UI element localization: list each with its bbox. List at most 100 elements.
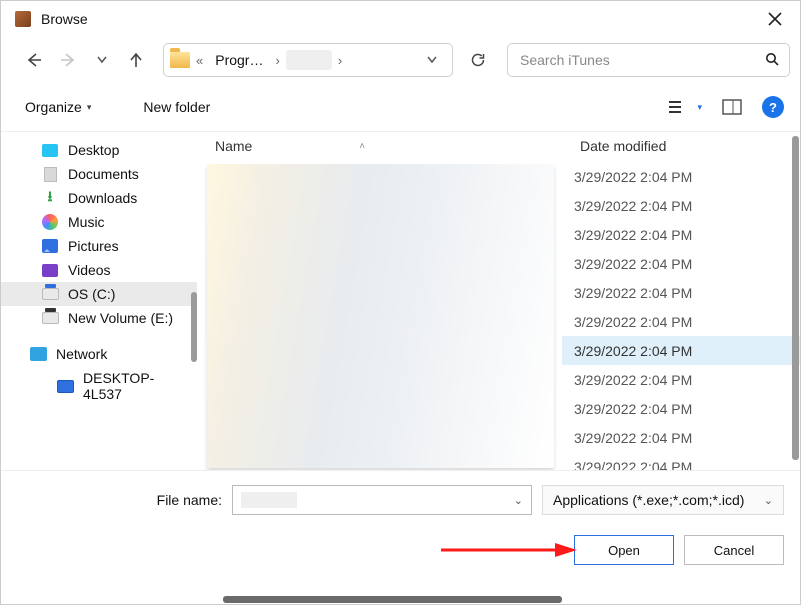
table-row[interactable]: 3/29/2022 2:04 PM — [562, 191, 800, 220]
back-button[interactable] — [19, 45, 49, 75]
docs-icon — [41, 166, 59, 182]
file-list-pane: Name ˄ Date modified 3/29/2022 2:04 PM3/… — [197, 132, 800, 470]
chevron-down-icon[interactable]: ⌄ — [514, 494, 523, 507]
sidebar-item-label: DESKTOP-4L537 — [83, 370, 187, 402]
file-list-horizontal-scrollbar[interactable] — [223, 596, 770, 603]
desktop-icon — [41, 142, 59, 158]
search-box[interactable] — [507, 43, 790, 77]
bottom-controls: File name: ⌄ Applications (*.exe;*.com;*… — [1, 471, 800, 565]
app-icon — [15, 11, 31, 27]
filename-value-blurred — [241, 492, 297, 508]
view-mode-button[interactable] — [661, 93, 693, 121]
search-icon[interactable] — [765, 52, 779, 69]
preview-pane-button[interactable] — [716, 93, 748, 121]
window-title: Browse — [41, 11, 88, 27]
table-row[interactable]: 3/29/2022 2:04 PM — [562, 394, 800, 423]
table-row[interactable]: 3/29/2022 2:04 PM — [562, 423, 800, 452]
breadcrumb-segment-blurred[interactable] — [286, 50, 332, 70]
button-label: Open — [608, 543, 640, 558]
new-folder-button[interactable]: New folder — [135, 95, 218, 119]
sidebar-item-desktop[interactable]: Desktop — [1, 138, 197, 162]
button-row: Open Cancel — [17, 535, 784, 565]
forward-button[interactable] — [53, 45, 83, 75]
view-mode-dropdown[interactable]: ▾ — [697, 102, 702, 113]
sidebar-item-label: Desktop — [68, 142, 119, 158]
chevron-right-icon[interactable]: › — [275, 53, 279, 68]
titlebar: Browse — [1, 1, 800, 37]
sidebar-item-label: OS (C:) — [68, 286, 115, 302]
column-header-date[interactable]: Date modified — [562, 132, 800, 162]
drive-ext-icon — [41, 310, 59, 326]
table-row[interactable]: 3/29/2022 2:04 PM — [562, 278, 800, 307]
button-label: Cancel — [714, 543, 754, 558]
sidebar-item-label: Pictures — [68, 238, 119, 254]
column-header-label: Date modified — [580, 138, 666, 154]
filetype-filter-combo[interactable]: Applications (*.exe;*.com;*.icd) ⌄ — [542, 485, 784, 515]
nav-row: « Progr… › › — [1, 37, 800, 83]
chevron-down-icon[interactable]: ⌄ — [764, 494, 773, 507]
table-row[interactable]: 3/29/2022 2:04 PM — [562, 336, 800, 365]
close-button[interactable] — [760, 4, 790, 34]
sidebar-item-music[interactable]: Music — [1, 210, 197, 234]
new-folder-label: New folder — [143, 99, 210, 115]
address-bar[interactable]: « Progr… › › — [163, 43, 453, 77]
column-header-label: Name — [215, 138, 252, 154]
sidebar-item-videos[interactable]: Videos — [1, 258, 197, 282]
table-row[interactable]: 3/29/2022 2:04 PM — [562, 307, 800, 336]
organize-menu[interactable]: Organize ▾ — [17, 95, 99, 119]
drive-icon — [41, 286, 59, 302]
annotation-arrow-icon — [437, 541, 577, 559]
network-icon — [30, 347, 47, 361]
sidebar-item-network-computer[interactable]: DESKTOP-4L537 — [1, 366, 197, 406]
sidebar-item-network[interactable]: Network — [1, 342, 197, 366]
sidebar-item-drive-ext[interactable]: New Volume (E:) — [1, 306, 197, 330]
column-header-name[interactable]: Name ˄ — [197, 132, 562, 162]
breadcrumb-prefix: « — [196, 53, 203, 68]
sidebar-item-label: New Volume (E:) — [68, 310, 173, 326]
sidebar-item-label: Documents — [68, 166, 139, 182]
recent-locations-button[interactable] — [87, 45, 117, 75]
file-list-vertical-scrollbar[interactable] — [792, 136, 799, 460]
filename-label: File name: — [17, 492, 222, 508]
sidebar-item-download[interactable]: ⭳ Downloads — [1, 186, 197, 210]
search-input[interactable] — [518, 51, 765, 69]
table-row[interactable]: 3/29/2022 2:04 PM — [562, 162, 800, 191]
table-row[interactable]: 3/29/2022 2:04 PM — [562, 365, 800, 394]
date-column: Date modified 3/29/2022 2:04 PM3/29/2022… — [562, 132, 800, 470]
name-column: Name ˄ — [197, 132, 562, 470]
sidebar-item-label: Network — [56, 346, 107, 362]
open-button[interactable]: Open — [574, 535, 674, 565]
filter-label: Applications (*.exe;*.com;*.icd) — [553, 492, 744, 508]
up-button[interactable] — [121, 45, 151, 75]
pictures-icon — [41, 238, 59, 254]
sidebar-item-pictures[interactable]: Pictures — [1, 234, 197, 258]
table-row[interactable]: 3/29/2022 2:04 PM — [562, 452, 800, 470]
filename-row: File name: ⌄ Applications (*.exe;*.com;*… — [17, 485, 784, 515]
table-row[interactable]: 3/29/2022 2:04 PM — [562, 220, 800, 249]
chevron-down-icon: ▾ — [87, 102, 92, 113]
sidebar-item-label: Videos — [68, 262, 111, 278]
refresh-button[interactable] — [461, 43, 495, 77]
chevron-right-icon[interactable]: › — [338, 53, 342, 68]
videos-icon — [41, 262, 59, 278]
file-names-blurred[interactable] — [207, 164, 554, 468]
sidebar: Desktop Documents ⭳ Downloads Music Pictures V… — [1, 132, 197, 470]
cancel-button[interactable]: Cancel — [684, 535, 784, 565]
folder-icon — [170, 52, 190, 68]
sidebar-item-docs[interactable]: Documents — [1, 162, 197, 186]
help-button[interactable]: ? — [762, 96, 784, 118]
filename-combo[interactable]: ⌄ — [232, 485, 532, 515]
organize-label: Organize — [25, 99, 82, 115]
sidebar-item-label: Music — [68, 214, 105, 230]
main-area: Desktop Documents ⭳ Downloads Music Pictures V… — [1, 131, 800, 471]
sidebar-item-drive[interactable]: OS (C:) — [1, 282, 197, 306]
monitor-icon — [57, 380, 74, 393]
download-icon: ⭳ — [41, 190, 59, 206]
breadcrumb-segment[interactable]: Progr… — [209, 49, 269, 71]
table-row[interactable]: 3/29/2022 2:04 PM — [562, 249, 800, 278]
address-history-button[interactable] — [422, 56, 446, 64]
toolbar: Organize ▾ New folder ▾ ? — [1, 83, 800, 131]
music-icon — [41, 214, 59, 230]
sort-indicator-icon: ˄ — [359, 141, 365, 152]
sidebar-item-label: Downloads — [68, 190, 137, 206]
